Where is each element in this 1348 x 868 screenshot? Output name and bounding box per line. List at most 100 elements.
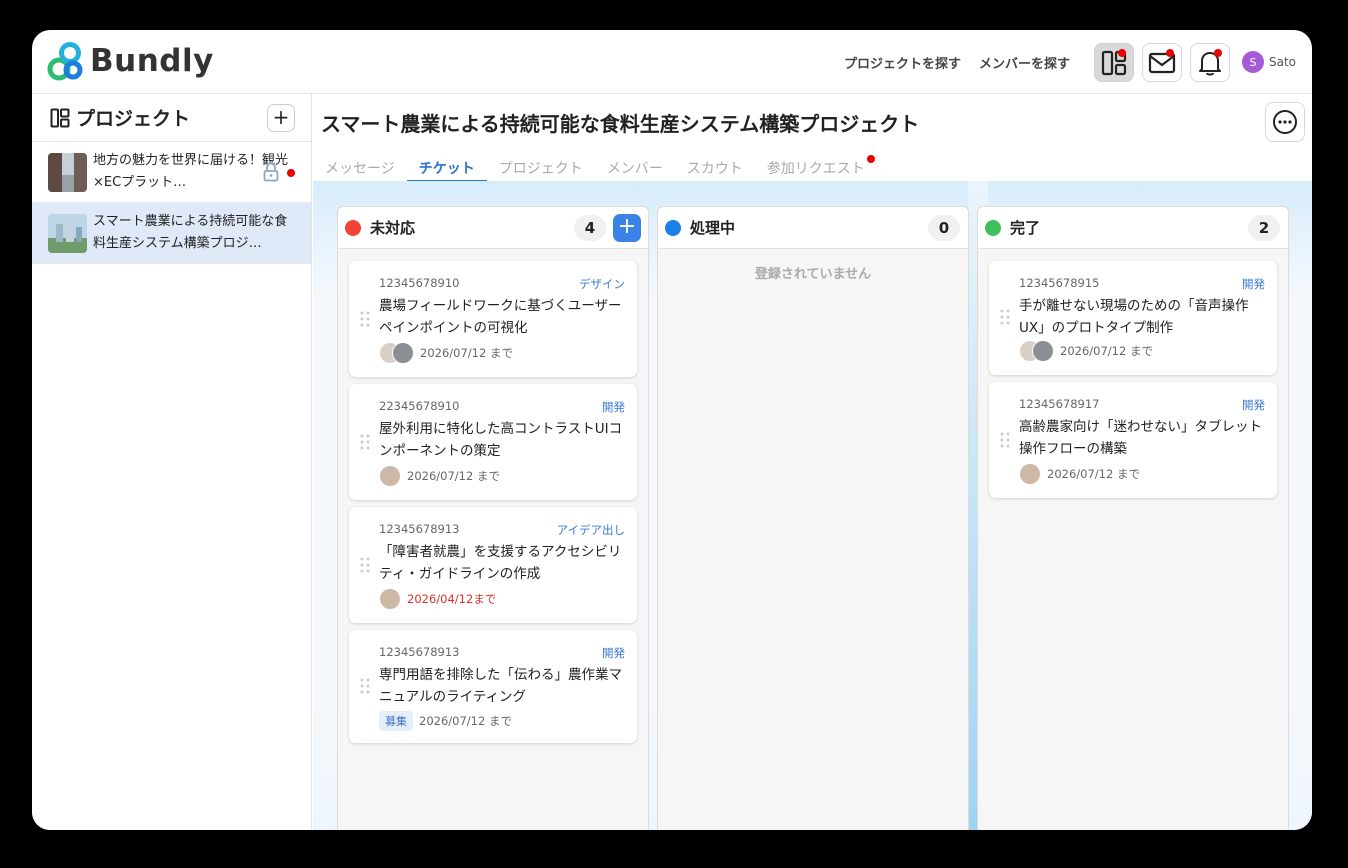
- drag-handle-icon[interactable]: [1000, 432, 1010, 448]
- project-board-icon: [50, 108, 70, 127]
- status-dot: [665, 219, 681, 236]
- ticket-due-date-overdue: 2026/04/12まで: [407, 592, 497, 606]
- add-project-button[interactable]: +: [267, 104, 295, 132]
- column-title: 未対応: [370, 219, 416, 237]
- tab-tickets[interactable]: チケット: [406, 154, 487, 182]
- project-unread-dot: [287, 169, 295, 177]
- ticket-due-date: 2026/07/12 まで: [1060, 344, 1153, 358]
- kanban-board: 未対応 4 + 12345678910 デザイン 農場フィールドワークに基づくユ…: [313, 181, 1312, 830]
- tab-scout[interactable]: スカウト: [675, 154, 755, 182]
- assignee-avatar: [1019, 463, 1041, 485]
- status-dot: [985, 219, 1001, 236]
- dashboard-button[interactable]: [1094, 43, 1134, 82]
- sidebar-project-item-selected[interactable]: スマート農業による持続可能な食料生産システム構築プロジ…: [32, 203, 311, 264]
- column-header: 処理中 0: [658, 207, 968, 249]
- nav-find-projects[interactable]: プロジェクトを探す: [844, 53, 961, 72]
- dashboard-unread-dot: [1118, 49, 1126, 57]
- project-thumbnail: [48, 213, 87, 253]
- empty-state-text: 登録されていません: [754, 267, 872, 282]
- mail-button[interactable]: [1142, 43, 1182, 82]
- project-thumbnail: [48, 152, 87, 192]
- assignee-avatar: [1032, 340, 1054, 362]
- ticket-tag[interactable]: デザイン: [579, 276, 625, 292]
- brand-name: Bundly: [90, 43, 214, 79]
- tab-project[interactable]: プロジェクト: [487, 154, 595, 182]
- brand-logo[interactable]: Bundly: [46, 41, 214, 81]
- ticket-id: 12345678917: [1019, 397, 1100, 411]
- ticket-id: 12345678910: [379, 276, 460, 290]
- drag-handle-icon[interactable]: [360, 311, 370, 327]
- ticket-tag[interactable]: アイデア出し: [557, 522, 625, 538]
- lock-icon: [263, 162, 279, 182]
- tab-messages[interactable]: メッセージ: [313, 154, 407, 182]
- column-header: 未対応 4 +: [338, 207, 648, 249]
- mail-unread-dot: [1166, 49, 1174, 57]
- add-ticket-button[interactable]: +: [613, 214, 641, 242]
- ticket-id: 22345678910: [379, 399, 460, 413]
- sidebar: プロジェクト + 地方の魅力を世界に届ける！観光×ECプラット… スマート農業に…: [32, 94, 312, 830]
- tab-members[interactable]: メンバー: [595, 154, 675, 182]
- column-title: 完了: [1010, 219, 1041, 237]
- ticket-card[interactable]: 12345678913 開発 専門用語を排除した「伝わる」農作業マニュアルのライ…: [349, 630, 637, 743]
- recruiting-badge: 募集: [379, 711, 413, 731]
- ticket-tag[interactable]: 開発: [1242, 276, 1265, 292]
- tab-join-requests[interactable]: 参加リクエスト: [755, 154, 877, 182]
- ticket-footer: 2026/07/12 まで: [379, 342, 513, 364]
- ticket-title: 高齢農家向け「迷わせない」タブレット操作フローの構築: [1019, 419, 1262, 457]
- assignee-avatars: [1019, 340, 1054, 362]
- drag-handle-icon[interactable]: [360, 557, 370, 573]
- column-todo: 未対応 4 + 12345678910 デザイン 農場フィールドワークに基づくユ…: [337, 206, 649, 830]
- project-name: スマート農業による持続可能な食料生産システム構築プロジ…: [93, 214, 288, 251]
- ticket-card[interactable]: 12345678913 アイデア出し 「障害者就農」を支援するアクセシビリティ・…: [349, 507, 637, 623]
- user-menu[interactable]: S Sato: [1242, 51, 1296, 73]
- ticket-footer: 2026/07/12 まで: [1019, 340, 1153, 362]
- drag-handle-icon[interactable]: [360, 678, 370, 694]
- ticket-due-date: 2026/07/12 まで: [407, 469, 500, 483]
- sidebar-title: プロジェクト: [76, 108, 191, 130]
- ticket-tag[interactable]: 開発: [1242, 397, 1265, 413]
- ticket-card[interactable]: 12345678910 デザイン 農場フィールドワークに基づくユーザーペインポイ…: [349, 261, 637, 377]
- sidebar-project-item[interactable]: 地方の魅力を世界に届ける！観光×ECプラット…: [32, 142, 311, 203]
- main-panel: スマート農業による持続可能な食料生産システム構築プロジェクト メッセージ チケッ…: [313, 94, 1312, 830]
- more-options-button[interactable]: [1265, 102, 1305, 142]
- column-header: 完了 2: [978, 207, 1288, 249]
- drag-handle-icon[interactable]: [1000, 309, 1010, 325]
- ticket-footer: 2026/07/12 まで: [379, 465, 500, 487]
- top-bar: Bundly プロジェクトを探す メンバーを探す S Sato: [32, 30, 1312, 94]
- ticket-due-date: 2026/07/12 まで: [1047, 467, 1140, 481]
- ticket-id: 12345678913: [379, 645, 460, 659]
- notification-button[interactable]: [1190, 43, 1230, 82]
- ticket-due-date: 2026/07/12 まで: [419, 714, 512, 728]
- notification-unread-dot: [1214, 49, 1222, 57]
- bundly-logo-icon: [47, 42, 83, 81]
- user-avatar: S: [1242, 51, 1264, 73]
- top-nav: プロジェクトを探す メンバーを探す: [844, 30, 1070, 94]
- project-tabs: メッセージ チケット プロジェクト メンバー スカウト 参加リクエスト: [313, 154, 877, 182]
- assignee-avatar: [392, 342, 414, 364]
- join-request-dot: [866, 155, 875, 163]
- ticket-card[interactable]: 22345678910 開発 屋外利用に特化した高コントラストUIコンポーネント…: [349, 384, 637, 500]
- nav-find-members[interactable]: メンバーを探す: [979, 53, 1070, 72]
- ticket-footer: 募集 2026/07/12 まで: [379, 711, 512, 731]
- drag-handle-icon[interactable]: [360, 434, 370, 450]
- ticket-card[interactable]: 12345678915 開発 手が離せない現場のための「音声操作UX」のプロトタ…: [989, 261, 1277, 375]
- user-name: Sato: [1269, 55, 1297, 69]
- ticket-tag[interactable]: 開発: [602, 645, 625, 661]
- app-window: Bundly プロジェクトを探す メンバーを探す S Sato プロジェクト +…: [32, 30, 1312, 830]
- page-title: スマート農業による持続可能な食料生産システム構築プロジェクト: [321, 112, 920, 136]
- ticket-id: 12345678913: [379, 522, 460, 536]
- ticket-title: 専門用語を排除した「伝わる」農作業マニュアルのライティング: [379, 667, 622, 705]
- column-count: 4: [574, 215, 606, 241]
- ticket-title: 農場フィールドワークに基づくユーザーペインポイントの可視化: [379, 298, 622, 336]
- column-title: 処理中: [690, 219, 736, 237]
- ticket-card[interactable]: 12345678917 開発 高齢農家向け「迷わせない」タブレット操作フローの構…: [989, 382, 1277, 498]
- column-count: 2: [1248, 215, 1280, 241]
- ticket-tag[interactable]: 開発: [602, 399, 625, 415]
- column-count: 0: [928, 215, 960, 241]
- ticket-footer: 2026/04/12まで: [379, 588, 496, 610]
- ticket-title: 手が離せない現場のための「音声操作UX」のプロトタイプ制作: [1019, 298, 1249, 336]
- assignee-avatar: [379, 465, 401, 487]
- ticket-footer: 2026/07/12 まで: [1019, 463, 1140, 485]
- ticket-due-date: 2026/07/12 まで: [420, 346, 513, 360]
- assignee-avatar: [379, 588, 401, 610]
